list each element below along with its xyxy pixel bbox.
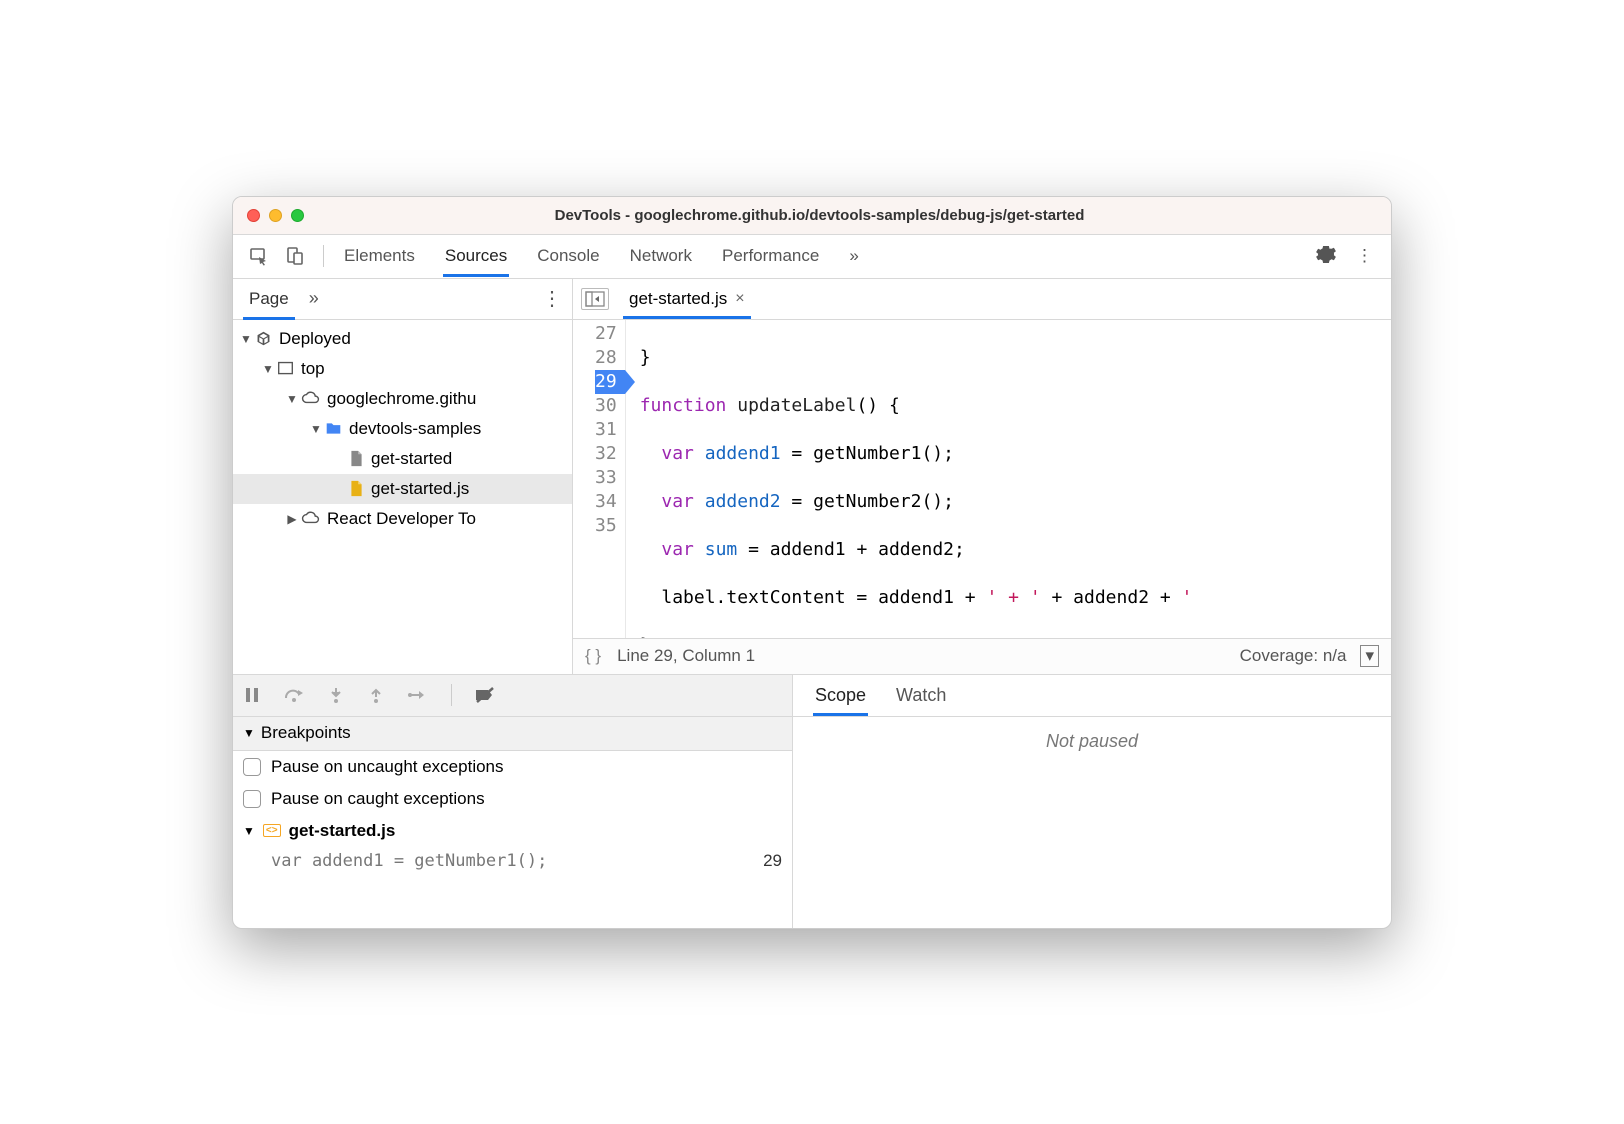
checkbox[interactable] bbox=[243, 758, 261, 776]
breakpoint-file-group[interactable]: ▼ <> get-started.js bbox=[233, 815, 792, 847]
tree-item[interactable]: ▼ devtools-samples bbox=[233, 414, 572, 444]
code-editor[interactable]: 27 28 29 30 31 32 33 34 35 } function up… bbox=[573, 320, 1391, 638]
js-file-icon bbox=[349, 480, 364, 497]
file-tree: ▼ Deployed ▼ top ▼ googlechrome.githu ▼ bbox=[233, 320, 572, 674]
cube-icon bbox=[255, 330, 272, 347]
devtools-window: DevTools - googlechrome.github.io/devtoo… bbox=[232, 196, 1392, 929]
tab-elements[interactable]: Elements bbox=[342, 236, 417, 276]
pause-uncaught-row[interactable]: Pause on uncaught exceptions bbox=[233, 751, 792, 783]
pretty-print-icon[interactable]: { } bbox=[585, 646, 601, 666]
settings-icon[interactable] bbox=[1306, 240, 1346, 273]
folder-icon bbox=[325, 420, 342, 437]
navigator-panel: Page » ⋮ ▼ Deployed ▼ top ▼ bbox=[233, 279, 573, 674]
step-icon[interactable] bbox=[407, 686, 429, 704]
main-toolbar: Elements Sources Console Network Perform… bbox=[233, 235, 1391, 279]
tree-item[interactable]: get-started.js bbox=[233, 474, 572, 504]
step-out-icon[interactable] bbox=[367, 686, 385, 704]
line-gutter[interactable]: 27 28 29 30 31 32 33 34 35 bbox=[573, 320, 626, 638]
deactivate-breakpoints-icon[interactable] bbox=[474, 686, 496, 704]
navigator-overflow[interactable]: » bbox=[309, 288, 319, 309]
close-tab-icon[interactable]: × bbox=[735, 290, 744, 308]
step-over-icon[interactable] bbox=[283, 686, 305, 704]
tab-overflow[interactable]: » bbox=[847, 236, 860, 276]
kebab-menu-icon[interactable]: ⋮ bbox=[1346, 242, 1383, 270]
pause-caught-row[interactable]: Pause on caught exceptions bbox=[233, 783, 792, 815]
step-into-icon[interactable] bbox=[327, 686, 345, 704]
tree-item[interactable]: ▼ top bbox=[233, 354, 572, 384]
scope-tabs: Scope Watch bbox=[793, 675, 1391, 717]
tree-item[interactable]: ▶ React Developer To bbox=[233, 504, 572, 534]
editor-tab[interactable]: get-started.js × bbox=[623, 280, 751, 318]
tab-network[interactable]: Network bbox=[628, 236, 694, 276]
tab-console[interactable]: Console bbox=[535, 236, 601, 276]
titlebar: DevTools - googlechrome.github.io/devtoo… bbox=[233, 197, 1391, 235]
tab-sources[interactable]: Sources bbox=[443, 236, 509, 276]
traffic-lights bbox=[247, 209, 304, 222]
expand-statusbar-icon[interactable]: ▾ bbox=[1360, 645, 1379, 667]
tab-watch[interactable]: Watch bbox=[894, 676, 948, 715]
navigator-tab-page[interactable]: Page bbox=[243, 279, 295, 319]
expand-arrow-icon[interactable]: ▼ bbox=[239, 332, 253, 346]
inspect-element-icon[interactable] bbox=[241, 242, 277, 270]
editor-tab-label: get-started.js bbox=[629, 289, 727, 309]
breakpoint-marker[interactable]: 29 bbox=[595, 370, 625, 394]
cloud-icon bbox=[301, 510, 320, 527]
pause-icon[interactable] bbox=[243, 686, 261, 704]
checkbox[interactable] bbox=[243, 790, 261, 808]
tree-item[interactable]: get-started bbox=[233, 444, 572, 474]
tab-performance[interactable]: Performance bbox=[720, 236, 821, 276]
editor-statusbar: { } Line 29, Column 1 Coverage: n/a ▾ bbox=[573, 638, 1391, 674]
debugger-toolbar bbox=[233, 675, 792, 717]
window-title: DevTools - googlechrome.github.io/devtoo… bbox=[322, 207, 1317, 224]
tree-item[interactable]: ▼ googlechrome.githu bbox=[233, 384, 572, 414]
close-window-button[interactable] bbox=[247, 209, 260, 222]
maximize-window-button[interactable] bbox=[291, 209, 304, 222]
scope-message: Not paused bbox=[793, 717, 1391, 928]
expand-arrow-icon[interactable]: ▶ bbox=[285, 512, 299, 526]
code-body[interactable]: } function updateLabel() { var addend1 =… bbox=[626, 320, 1391, 638]
expand-arrow-icon[interactable]: ▼ bbox=[261, 362, 275, 376]
frame-icon bbox=[277, 360, 294, 377]
panel-tabs: Elements Sources Console Network Perform… bbox=[334, 236, 1306, 276]
breakpoint-item[interactable]: var addend1 = getNumber1(); 29 bbox=[233, 847, 792, 875]
device-toggle-icon[interactable] bbox=[277, 242, 313, 270]
expand-arrow-icon[interactable]: ▼ bbox=[309, 422, 323, 436]
tree-item[interactable]: ▼ Deployed bbox=[233, 324, 572, 354]
cloud-icon bbox=[301, 390, 320, 407]
debugger-drawer: ▼ Breakpoints Pause on uncaught exceptio… bbox=[233, 674, 1391, 928]
document-icon bbox=[349, 450, 364, 467]
tab-scope[interactable]: Scope bbox=[813, 676, 868, 715]
breakpoints-header[interactable]: ▼ Breakpoints bbox=[233, 717, 792, 751]
js-badge-icon: <> bbox=[263, 824, 281, 837]
expand-arrow-icon[interactable]: ▼ bbox=[285, 392, 299, 406]
navigator-more-icon[interactable]: ⋮ bbox=[542, 286, 562, 311]
editor-tabbar: get-started.js × bbox=[573, 279, 1391, 320]
cursor-position: Line 29, Column 1 bbox=[617, 646, 1240, 666]
toggle-navigator-icon[interactable] bbox=[581, 288, 609, 310]
coverage-label: Coverage: n/a bbox=[1240, 646, 1347, 666]
minimize-window-button[interactable] bbox=[269, 209, 282, 222]
